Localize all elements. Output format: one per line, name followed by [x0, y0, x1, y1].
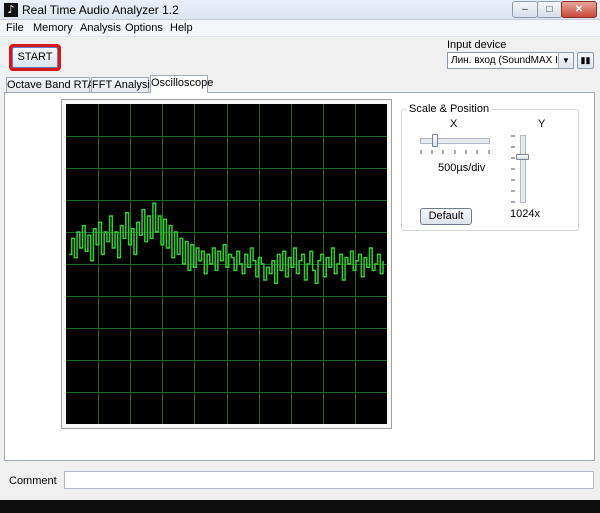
x-scale-slider-ticks — [420, 150, 490, 154]
input-device-label: Input device — [447, 39, 507, 51]
menu-bar: File Memory Analysis Options Help — [0, 20, 600, 37]
oscilloscope-frame — [61, 99, 392, 429]
input-device-value: Лин. вход (SoundMAX Integ — [451, 55, 557, 66]
start-button-highlight[interactable]: START — [9, 44, 61, 71]
title-bar: ♪ Real Time Audio Analyzer 1.2 – □ ✕ — [0, 0, 600, 20]
scale-position-title: Scale & Position — [406, 103, 493, 115]
oscilloscope-display — [66, 104, 387, 424]
oscilloscope-canvas — [66, 104, 387, 424]
x-axis-label: X — [450, 118, 458, 130]
default-button[interactable]: Default — [420, 208, 472, 225]
start-button[interactable]: START — [12, 47, 58, 68]
tab-oscilloscope[interactable]: Oscilloscope — [150, 75, 213, 93]
music-note-icon: ♪ — [4, 3, 18, 17]
y-axis-label: Y — [538, 118, 546, 130]
y-scale-slider-track[interactable] — [520, 135, 526, 203]
x-scale-slider-track[interactable] — [420, 138, 490, 144]
minimize-button[interactable]: – — [512, 1, 538, 18]
window-title: Real Time Audio Analyzer 1.2 — [22, 3, 179, 17]
menu-memory[interactable]: Memory — [33, 22, 73, 34]
oscilloscope-trace — [69, 202, 384, 284]
input-device-select[interactable]: Лин. вход (SoundMAX Integ ▼ — [447, 52, 574, 69]
device-settings-icon: ▮▮ — [580, 55, 591, 65]
maximize-button[interactable]: □ — [537, 1, 562, 18]
status-bar — [0, 500, 600, 513]
scale-position-group: Scale & Position X Y 500µs/div 1024x Def… — [401, 103, 579, 231]
menu-analysis[interactable]: Analysis — [80, 22, 121, 34]
y-scale-slider-ticks — [511, 135, 515, 203]
menu-options[interactable]: Options — [125, 22, 163, 34]
x-scale-slider-thumb[interactable] — [432, 134, 438, 147]
close-button[interactable]: ✕ — [561, 1, 597, 18]
comment-input[interactable] — [64, 471, 594, 489]
menu-file[interactable]: File — [6, 22, 24, 34]
device-settings-button[interactable]: ▮▮ — [577, 52, 594, 69]
oscilloscope-panel: Scale & Position X Y 500µs/div 1024x Def… — [4, 92, 595, 461]
y-scale-slider-thumb[interactable] — [516, 154, 529, 160]
comment-label: Comment — [9, 475, 57, 487]
chevron-down-icon[interactable]: ▼ — [558, 53, 573, 68]
menu-help[interactable]: Help — [170, 22, 193, 34]
y-scale-value: 1024x — [510, 208, 540, 220]
x-scale-value: 500µs/div — [438, 162, 486, 174]
